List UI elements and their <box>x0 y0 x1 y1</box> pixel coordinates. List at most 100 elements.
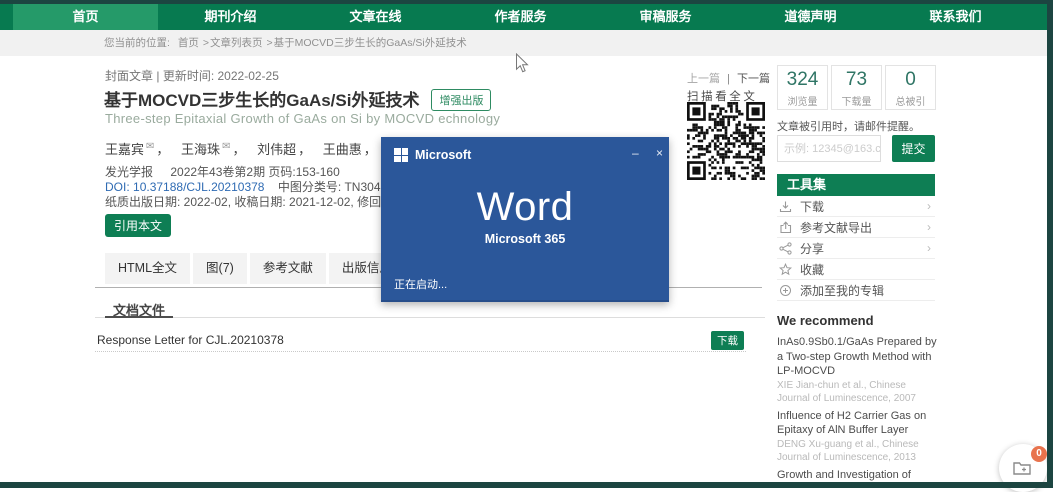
author-name[interactable]: 王曲惠 <box>323 142 362 157</box>
author-separator: ， <box>298 142 311 157</box>
breadcrumb-prefix: 您当前的位置: <box>104 37 173 49</box>
article-tabs: HTML全文 图(7) 参考文献 出版信息 <box>105 253 405 284</box>
enhanced-publication-badge[interactable]: 增强出版 <box>431 89 491 111</box>
next-article-link[interactable]: 下一篇 <box>737 73 770 85</box>
album-icon <box>779 284 792 297</box>
window-controls: – × <box>618 146 663 160</box>
nav-item[interactable]: 首页 <box>13 4 158 30</box>
share-icon <box>779 242 792 255</box>
stat-value: 324 <box>778 69 827 91</box>
journal-name[interactable]: 发光学报 <box>105 165 153 179</box>
nav-item[interactable]: 文章在线 <box>303 4 448 30</box>
article-tab[interactable]: 图(7) <box>193 253 247 284</box>
download-icon <box>779 200 792 213</box>
author[interactable]: 王海珠✉， <box>181 142 253 157</box>
star-icon <box>779 263 792 276</box>
chevron-right-icon: › <box>927 199 931 213</box>
microsoft-brand-text: Microsoft <box>415 148 471 162</box>
article-title-en: Three-step Epitaxial Growth of GaAs on S… <box>105 111 500 126</box>
window-edge-bottom <box>0 482 1053 488</box>
tool-item[interactable]: 参考文献导出 › <box>777 217 935 238</box>
recommend-item: InAs0.9Sb0.1/GaAs Prepared by a Two-step… <box>777 335 941 406</box>
main-nav: 首页 期刊介绍 文章在线 作者服务 审稿服务 道德声明 联系我们 <box>0 4 1053 30</box>
meta-divider: | <box>156 69 159 83</box>
author[interactable]: 王曲惠✉， <box>323 142 385 157</box>
article-title: 基于MOCVD三步生长的GaAs/Si外延技术 <box>104 91 419 110</box>
recommend-item-source: DENG Xu-guang et al., Chinese Journal of… <box>777 438 941 465</box>
tool-label[interactable]: 分享 <box>800 240 824 257</box>
recommend-section: We recommend InAs0.9Sb0.1/GaAs Prepared … <box>777 313 941 485</box>
email-alert-row: 提交 <box>777 135 935 162</box>
author[interactable]: 刘伟超✉， <box>257 142 319 157</box>
stat-box: 324 浏览量 <box>777 65 828 110</box>
article-tab[interactable]: 参考文献 <box>250 253 326 284</box>
stat-label: 浏览量 <box>778 93 827 108</box>
recommend-item-title[interactable]: Growth and Investigation of <box>777 468 941 483</box>
email-icon[interactable]: ✉ <box>146 141 154 152</box>
email-input[interactable] <box>777 135 881 162</box>
article-pager: 上一篇 | 下一篇 <box>687 70 770 86</box>
author-name[interactable]: 王嘉宾 <box>105 142 144 157</box>
chevron-right-icon: › <box>927 220 931 234</box>
author-separator: ， <box>232 142 245 157</box>
nav-item[interactable]: 道德声明 <box>738 4 883 30</box>
stat-value: 73 <box>832 69 881 91</box>
author-name[interactable]: 刘伟超 <box>257 142 296 157</box>
tool-label[interactable]: 下载 <box>800 198 824 215</box>
cite-article-button[interactable]: 引用本文 <box>105 214 171 237</box>
word-app-name: Word <box>381 185 669 229</box>
tool-item[interactable]: 收藏 <box>777 259 935 280</box>
tool-item[interactable]: 分享 › <box>777 238 935 259</box>
recommend-item-title[interactable]: InAs0.9Sb0.1/GaAs Prepared by a Two-step… <box>777 335 941 379</box>
export-icon <box>779 221 792 234</box>
author[interactable]: 王嘉宾✉， <box>105 142 177 157</box>
article-tab[interactable]: HTML全文 <box>105 253 190 284</box>
author-list: 王嘉宾✉， 王海珠✉， 刘伟超✉， 王曲惠✉， 范杰✉， <box>105 139 414 158</box>
author-separator: ， <box>156 142 169 157</box>
author-name[interactable]: 王海珠 <box>181 142 220 157</box>
breadcrumb-separator: > <box>203 37 209 49</box>
tool-item[interactable]: 下载 › <box>777 196 935 217</box>
stat-value: 0 <box>886 69 935 91</box>
document-row-divider <box>95 351 746 352</box>
doi-link[interactable]: 10.37188/CJL.20210378 <box>133 180 264 194</box>
breadcrumb-link[interactable]: 首页 <box>178 37 199 49</box>
window-edge-right <box>1047 0 1053 488</box>
window-edge-top <box>0 0 1053 4</box>
tool-label[interactable]: 参考文献导出 <box>800 219 872 236</box>
pager-separator: | <box>727 73 730 85</box>
tool-label[interactable]: 添加至我的专辑 <box>800 282 884 299</box>
article-updated: 更新时间: 2022-02-25 <box>163 69 279 83</box>
document-download-button[interactable]: 下载 <box>711 331 744 350</box>
stat-label: 下载量 <box>832 93 881 108</box>
notification-badge: 0 <box>1031 446 1047 462</box>
email-icon[interactable]: ✉ <box>222 141 230 152</box>
qr-code <box>687 102 765 180</box>
stat-box: 73 下载量 <box>831 65 882 110</box>
nav-item[interactable]: 审稿服务 <box>593 4 738 30</box>
article-category: 封面文章 <box>105 69 153 83</box>
article-title-row: 基于MOCVD三步生长的GaAs/Si外延技术增强出版 <box>104 86 491 111</box>
nav-item[interactable]: 期刊介绍 <box>158 4 303 30</box>
nav-item[interactable]: 作者服务 <box>448 4 593 30</box>
breadcrumb-link[interactable]: 基于MOCVD三步生长的GaAs/Si外延技术 <box>274 37 467 49</box>
recommend-item-source: XIE Jian-chun et al., Chinese Journal of… <box>777 379 941 406</box>
recommend-title: We recommend <box>777 313 941 328</box>
documents-divider-accent <box>105 316 173 318</box>
submit-email-button[interactable]: 提交 <box>892 135 935 162</box>
add-folder-icon <box>1013 460 1033 476</box>
breadcrumb-link[interactable]: 文章列表页 <box>210 37 263 49</box>
author-separator: ， <box>364 142 377 157</box>
recommend-item-title[interactable]: Influence of H2 Carrier Gas on Epitaxy o… <box>777 409 941 438</box>
chevron-right-icon: › <box>927 241 931 255</box>
tool-item[interactable]: 添加至我的专辑 <box>777 280 935 301</box>
close-button[interactable]: × <box>656 146 663 160</box>
tool-label[interactable]: 收藏 <box>800 261 824 278</box>
word-starting-status: 正在启动... <box>394 276 447 292</box>
microsoft-logo-icon <box>394 148 408 162</box>
dates-line: 纸质出版日期: 2022-02, 收稿日期: 2021-12-02, 修回日期 <box>105 193 405 210</box>
prev-article-link[interactable]: 上一篇 <box>687 73 720 85</box>
minimize-button[interactable]: – <box>632 146 639 160</box>
nav-item[interactable]: 联系我们 <box>883 4 1028 30</box>
citation-alert-notice: 文章被引用时，请邮件提醒。 <box>777 118 920 134</box>
